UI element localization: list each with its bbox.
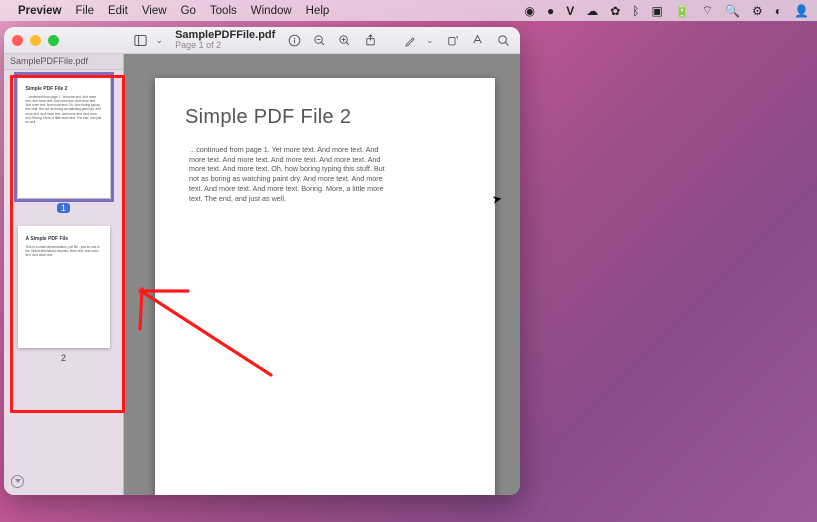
window-subtitle: Page 1 of 2 — [175, 41, 275, 50]
minimize-button[interactable] — [30, 35, 41, 46]
search-button[interactable] — [493, 30, 514, 50]
thumbnail-title: Simple PDF File 2 — [26, 86, 102, 92]
tray-wifi-icon[interactable]: ⌔ — [702, 3, 713, 18]
menu-edit[interactable]: Edit — [108, 5, 128, 17]
menu-view[interactable]: View — [142, 5, 167, 17]
document-viewer-pane: Simple PDF File 2 …continued from page 1… — [124, 54, 520, 495]
thumbnail-item[interactable]: A Simple PDF File This is a small demons… — [10, 226, 117, 366]
sidebar-status-icon[interactable] — [11, 475, 24, 488]
zoom-in-button[interactable] — [334, 30, 355, 50]
sidebar-icon — [133, 33, 148, 48]
sidebar-toggle-button[interactable] — [130, 30, 151, 50]
tray-control-center-icon[interactable]: ⚙ — [752, 4, 763, 18]
menu-window[interactable]: Window — [251, 5, 292, 17]
markup-menu-chevron-icon[interactable]: ⌄ — [426, 35, 438, 46]
document-viewer[interactable]: Simple PDF File 2 …continued from page 1… — [124, 54, 520, 495]
thumbnail-list: Simple PDF File 2 …continued from page 1… — [4, 70, 123, 495]
thumbnail-page-number: 1 — [57, 203, 70, 213]
tray-battery-icon[interactable]: 🔋 — [675, 4, 690, 18]
tray-display-icon[interactable]: ▣ — [652, 4, 663, 18]
sidebar-title: SamplePDFFile.pdf — [4, 54, 123, 70]
tray-app-v-icon[interactable]: V — [566, 4, 574, 18]
thumbnail-page-1[interactable]: Simple PDF File 2 …continued from page 1… — [18, 76, 110, 198]
tray-siri-icon[interactable]: ◐ — [775, 4, 782, 18]
toolbar: ⌄ SamplePDFFile.pdf Page 1 of 2 ⌄ — [124, 27, 520, 54]
thumbnail-body: …continued from page 1. Yet more text. A… — [26, 95, 102, 124]
share-icon — [363, 33, 378, 48]
view-menu-chevron-icon[interactable]: ⌄ — [155, 35, 167, 46]
thumbnail-sidebar: SamplePDFFile.pdf Simple PDF File 2 …con… — [4, 54, 124, 495]
tray-cloud-icon[interactable]: ☁ — [586, 4, 598, 18]
zoom-button[interactable] — [48, 35, 59, 46]
thumbnail-page-2[interactable]: A Simple PDF File This is a small demons… — [18, 226, 110, 348]
tray-spotlight-icon[interactable]: 🔍 — [725, 4, 740, 18]
menu-tools[interactable]: Tools — [210, 5, 237, 17]
thumbnail-item[interactable]: Simple PDF File 2 …continued from page 1… — [10, 76, 117, 216]
page-body: …continued from page 1. Yet more text. A… — [189, 145, 389, 203]
thumbnail-page-number: 2 — [61, 353, 66, 363]
menu-file[interactable]: File — [75, 5, 94, 17]
menu-app-name[interactable]: Preview — [18, 5, 61, 17]
tray-user-icon[interactable]: 👤 — [794, 4, 809, 18]
menu-go[interactable]: Go — [181, 5, 196, 17]
close-button[interactable] — [12, 35, 23, 46]
tray-bluetooth-icon[interactable]: ᛒ — [632, 4, 639, 18]
share-button[interactable] — [360, 30, 381, 50]
markup-button[interactable] — [401, 30, 422, 50]
thumbnail-body: This is a small demonstration .pdf file … — [26, 245, 102, 257]
rotate-button[interactable] — [442, 30, 463, 50]
search-icon — [496, 33, 511, 48]
menubar: Preview File Edit View Go Tools Window H… — [0, 0, 817, 21]
highlight-icon — [470, 33, 485, 48]
page-heading: Simple PDF File 2 — [185, 106, 465, 129]
zoom-out-button[interactable] — [309, 30, 330, 50]
info-button[interactable] — [283, 30, 304, 50]
info-icon — [287, 33, 302, 48]
tray-dnd-icon[interactable]: ● — [547, 4, 554, 18]
highlight-button[interactable] — [467, 30, 488, 50]
tray-app-misc-icon[interactable]: ✿ — [610, 4, 620, 18]
preview-window: ⌄ SamplePDFFile.pdf Page 1 of 2 ⌄ — [4, 27, 520, 495]
pdf-page: Simple PDF File 2 …continued from page 1… — [155, 78, 495, 495]
thumbnail-title: A Simple PDF File — [26, 236, 102, 242]
tray-record-icon[interactable]: ◉ — [524, 4, 534, 18]
zoom-in-icon — [337, 33, 352, 48]
window-title-block: SamplePDFFile.pdf Page 1 of 2 — [175, 30, 275, 51]
markup-icon — [404, 33, 419, 48]
traffic-lights — [12, 35, 59, 46]
menu-tray: ◉ ● V ☁ ✿ ᛒ ▣ 🔋 ⌔ 🔍 ⚙ ◐ 👤 — [524, 3, 809, 18]
menu-help[interactable]: Help — [306, 5, 330, 17]
rotate-icon — [445, 33, 460, 48]
zoom-out-icon — [312, 33, 327, 48]
